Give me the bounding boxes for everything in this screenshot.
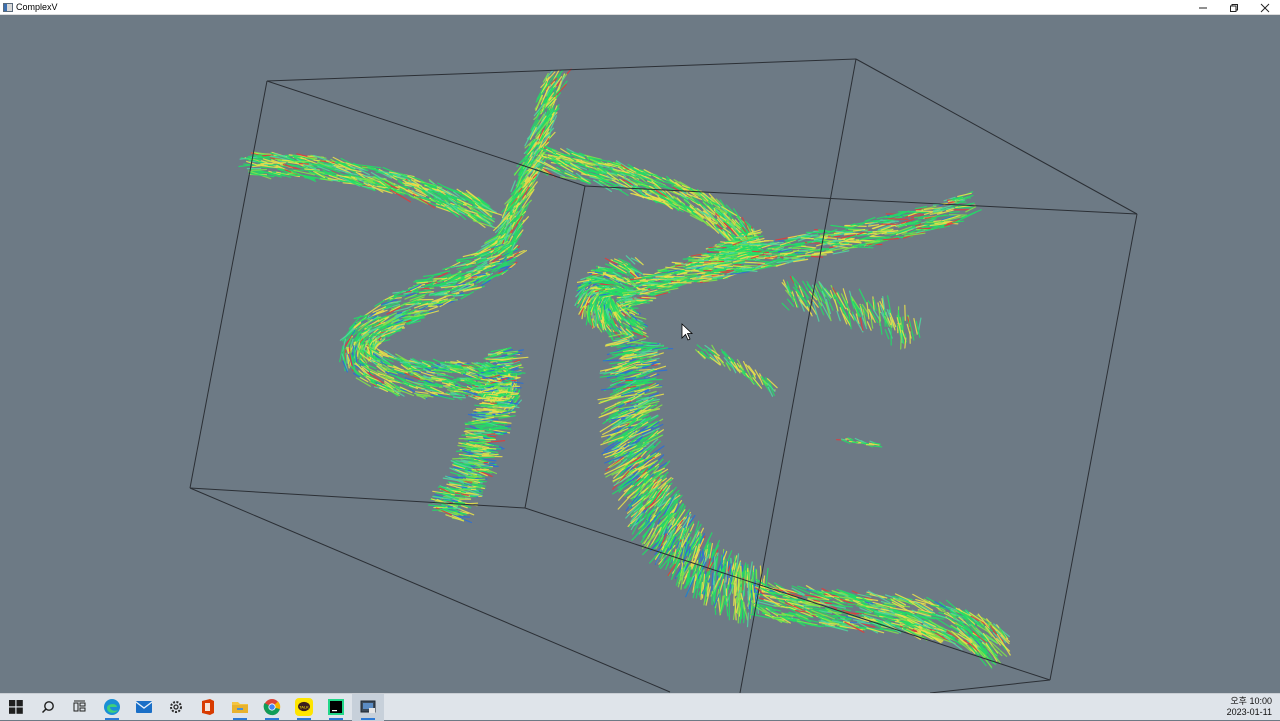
- app-icon: [3, 3, 13, 12]
- start-button[interactable]: [0, 694, 32, 721]
- taskbar-mail[interactable]: [128, 694, 160, 721]
- task-view-button[interactable]: [64, 694, 96, 721]
- windows-start-icon: [9, 700, 23, 714]
- window-titlebar: ComplexV: [0, 0, 1280, 15]
- file-explorer-icon: [231, 699, 249, 715]
- taskbar-file-explorer[interactable]: [224, 694, 256, 721]
- minimize-icon: [1198, 3, 1208, 13]
- search-icon: [41, 700, 55, 714]
- system-clock[interactable]: 오후 10:00 2023-01-11: [1227, 696, 1272, 718]
- taskbar-edge[interactable]: [96, 694, 128, 721]
- mouse-cursor-icon: [682, 324, 692, 340]
- mail-icon: [135, 699, 153, 715]
- taskbar-pycharm[interactable]: [320, 694, 352, 721]
- taskbar-chrome[interactable]: [256, 694, 288, 721]
- settings-icon: [168, 699, 184, 715]
- taskbar-search-button[interactable]: [32, 694, 64, 721]
- taskbar-office[interactable]: [192, 694, 224, 721]
- fiber-streamlines: [239, 69, 1010, 668]
- minimize-button[interactable]: [1187, 0, 1218, 15]
- office-icon: [200, 698, 216, 716]
- taskbar-kakaotalk[interactable]: TALK: [288, 694, 320, 721]
- window-controls: [1187, 0, 1280, 15]
- taskbar-complexv[interactable]: [352, 694, 384, 721]
- restore-icon: [1229, 3, 1239, 13]
- window-title: ComplexV: [16, 2, 58, 12]
- restore-button[interactable]: [1218, 0, 1249, 15]
- 3d-viewport[interactable]: [0, 15, 1280, 693]
- pycharm-icon: [328, 699, 344, 715]
- clock-time: 오후 10:00: [1227, 696, 1272, 707]
- close-button[interactable]: [1249, 0, 1280, 15]
- task-view-icon: [73, 700, 87, 714]
- vector-field-canvas[interactable]: [0, 15, 1280, 693]
- edge-icon: [103, 698, 121, 716]
- bounding-box: [190, 59, 1137, 693]
- kakaotalk-icon: TALK: [295, 698, 313, 716]
- complexv-app-icon: [360, 700, 376, 714]
- taskbar: TALK 오후 10:00 2023-01-11: [0, 693, 1280, 720]
- chrome-icon: [263, 698, 281, 716]
- close-icon: [1260, 3, 1270, 13]
- taskbar-settings[interactable]: [160, 694, 192, 721]
- clock-date: 2023-01-11: [1227, 707, 1272, 718]
